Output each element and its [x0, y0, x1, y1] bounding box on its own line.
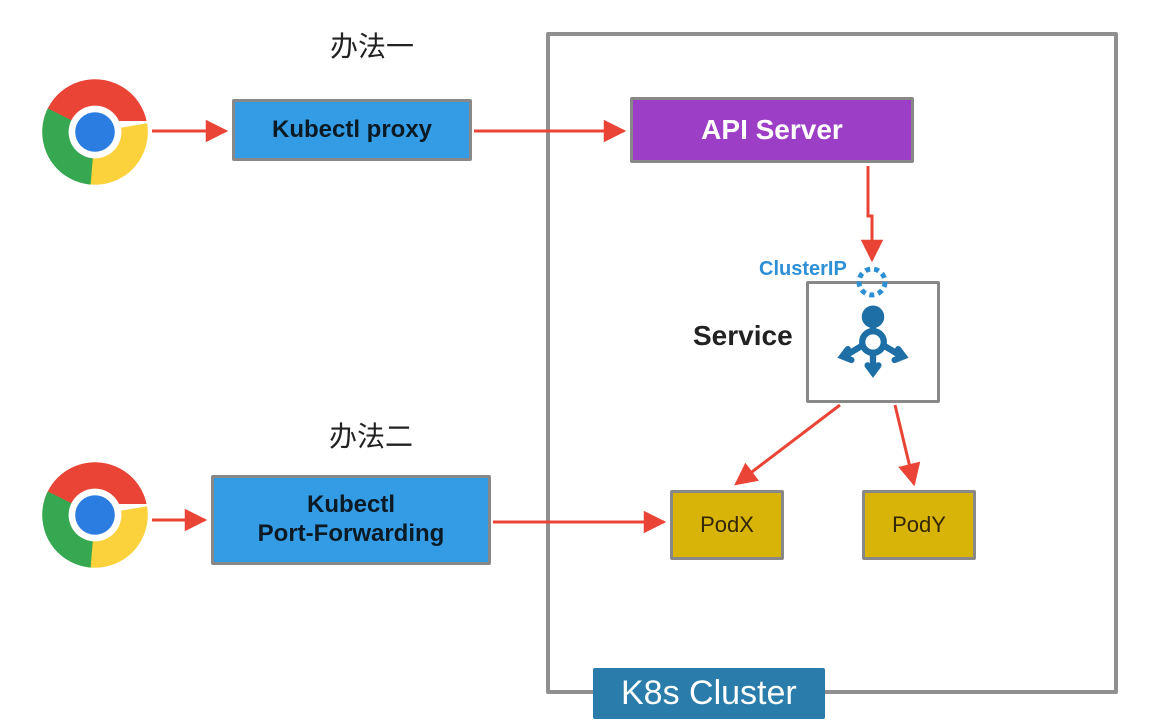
clusterip-label: ClusterIP [759, 258, 847, 281]
podx-box: PodX [670, 490, 784, 560]
pody-box: PodY [862, 490, 976, 560]
service-box [806, 281, 940, 403]
clusterip-icon [855, 265, 889, 299]
load-balancer-icon [828, 297, 918, 387]
chrome-icon [40, 460, 150, 570]
kubectl-proxy-box: Kubectl proxy [232, 99, 472, 161]
service-label: Service [693, 320, 793, 352]
kubectl-portforward-box: Kubectl Port-Forwarding [211, 475, 491, 565]
api-server-box: API Server [630, 97, 914, 163]
method2-label: 办法二 [329, 415, 413, 455]
chrome-icon [40, 77, 150, 187]
method1-label: 办法一 [330, 25, 414, 65]
k8s-cluster-label: K8s Cluster [593, 668, 825, 719]
